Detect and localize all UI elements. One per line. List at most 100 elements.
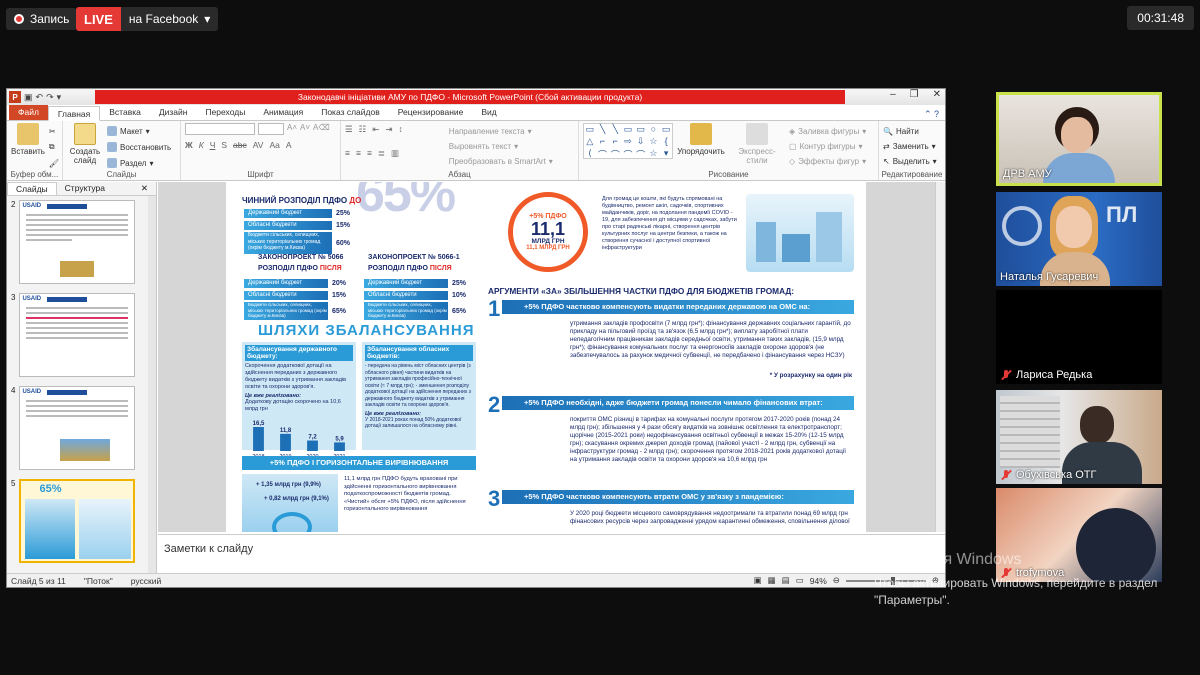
live-destination-selector[interactable]: LIVE на Facebook ▾ [76, 7, 219, 31]
reading-view-icon[interactable]: ▤ [782, 575, 790, 586]
save-icon[interactable]: ▣ [24, 92, 33, 103]
state-balance-title: Збалансування державного бюджету: [245, 345, 353, 361]
grow-font-icon[interactable]: A˄ [287, 123, 297, 135]
indent-more-icon[interactable]: ⇥ [385, 124, 392, 135]
qat-dropdown-icon[interactable]: ▾ [57, 92, 62, 103]
intro-text: Для громад це кошти, які будуть спрямова… [602, 196, 737, 251]
new-slide-label: Создать слайд [69, 147, 101, 165]
slide-thumb-5[interactable]: 5 65% [11, 479, 136, 563]
notes-field[interactable]: Заметки к слайду [158, 534, 945, 572]
replace-button[interactable]: ⇄ Заменить ▾ [883, 140, 937, 152]
copy-icon[interactable]: ⧉ [49, 141, 59, 153]
italic-icon[interactable]: К [199, 140, 204, 150]
quick-styles-label: Экспресс-стили [738, 147, 776, 165]
layout-button[interactable]: Макет ▾ [107, 125, 171, 137]
zoom-level[interactable]: 94% [810, 576, 827, 586]
tab-slides[interactable]: Слайды [7, 182, 57, 195]
underline-icon[interactable]: Ч [210, 140, 216, 150]
tab-file[interactable]: Файл [9, 105, 48, 120]
background-logo [1002, 206, 1042, 246]
format-painter-icon[interactable]: 🖌 [49, 157, 59, 169]
bars-after-1: Державний бюджет 20% Обласні бюджети 15% Б… [244, 276, 362, 322]
panel-scrollbar[interactable] [148, 196, 156, 575]
tab-transitions[interactable]: Переходы [196, 105, 254, 120]
shape-outline-button[interactable]: ▢ Контур фигуры ▾ [789, 140, 866, 152]
undo-icon[interactable]: ↶ [36, 92, 44, 103]
help-icon[interactable]: ⌃ ? [924, 109, 945, 120]
find-button[interactable]: 🔍 Найти [883, 125, 937, 137]
city-illustration [746, 194, 854, 272]
numbering-icon[interactable]: ☷ [359, 124, 367, 135]
bar-label: Обласні бюджети [364, 290, 448, 300]
line-spacing-icon[interactable]: ↕ [399, 124, 403, 134]
chart-bar [334, 442, 345, 451]
law-1-title: ЗАКОНОПРОЕКТ № 5066 [258, 254, 344, 261]
indent-less-icon[interactable]: ⇤ [372, 124, 379, 135]
participant-face [1061, 117, 1093, 153]
slide-thumb-2[interactable]: 2 USAID [11, 200, 136, 284]
slide-thumb-4[interactable]: 4 USAID [11, 386, 136, 470]
section-button[interactable]: Раздел ▾ [107, 157, 171, 169]
spacing-icon[interactable]: AV [253, 140, 264, 150]
font-family-select[interactable] [185, 123, 255, 135]
participant-tile[interactable]: Лариса Редька [996, 290, 1162, 384]
align-right-icon[interactable]: ≡ [367, 148, 372, 158]
tab-outline[interactable]: Структура [57, 182, 113, 195]
columns-icon[interactable]: ▥ [391, 148, 399, 159]
case-icon[interactable]: Aa [269, 140, 279, 150]
shape-effects-button[interactable]: ◇ Эффекты фигур ▾ [789, 155, 866, 167]
tab-home[interactable]: Главная [47, 106, 101, 121]
participant-name-text: Обухівська ОТГ [1016, 469, 1097, 481]
slideshow-view-icon[interactable]: ▭ [796, 575, 804, 586]
window-controls: – ❐ ✕ [890, 89, 941, 100]
state-done-text: Додаткову дотацію скорочено на 10,6 млрд… [245, 399, 341, 412]
close-icon[interactable]: ✕ [933, 89, 941, 100]
law-2-title: ЗАКОНОПРОЕКТ № 5066-1 [368, 254, 460, 261]
slide-thumb-3[interactable]: 3 USAID [11, 293, 136, 377]
minimize-icon[interactable]: – [890, 89, 896, 100]
shape-fill-button[interactable]: ◈ Заливка фигуры ▾ [789, 125, 866, 137]
redo-icon[interactable]: ↷ [46, 92, 54, 103]
slide-scrollbar[interactable] [935, 182, 945, 532]
shrink-font-icon[interactable]: A˅ [300, 123, 310, 135]
bold-icon[interactable]: Ж [185, 140, 193, 150]
bar-value: 10% [452, 291, 467, 299]
tab-animations[interactable]: Анимация [254, 105, 312, 120]
after-red: ПІСЛЯ [429, 265, 452, 272]
strike-icon[interactable]: abc [233, 140, 247, 150]
maximize-icon[interactable]: ❐ [910, 89, 919, 100]
sorter-view-icon[interactable]: ▦ [768, 575, 776, 586]
tab-view[interactable]: Вид [472, 105, 505, 120]
font-size-select[interactable] [258, 123, 284, 135]
pdfo-seal: +5% ПДФО 11,1 МЛРД ГРН 11,1 МЛРД ГРН [508, 192, 588, 272]
shapes-gallery[interactable]: ▭ ╲ ╲ ▭ ▭ ○ ▭ △ ⌐ ⌐ ⇨ ⇩ ☆{ ⟨ ⌒ ⌒ ⌒ ⌒ ☆ ▾ [583, 123, 673, 160]
justify-icon[interactable]: ≣ [378, 148, 385, 159]
bullets-icon[interactable]: ☰ [345, 124, 353, 135]
tab-design[interactable]: Дизайн [150, 105, 197, 120]
zoom-out-icon[interactable]: ⊖ [833, 575, 840, 586]
participant-tile[interactable]: Обухівська ОТГ [996, 390, 1162, 484]
tab-review[interactable]: Рецензирование [389, 105, 473, 120]
normal-view-icon[interactable]: ▣ [754, 575, 762, 586]
current-slide[interactable]: 65% ЧИННИЙ РОЗПОДІЛ ПДФО ДО Державний бю… [226, 182, 866, 532]
align-center-icon[interactable]: ≡ [356, 148, 361, 158]
bar-label: Державний бюджет [364, 278, 448, 288]
cut-icon[interactable]: ✂ [49, 125, 59, 137]
clear-format-icon[interactable]: A⌫ [313, 123, 330, 135]
select-button[interactable]: ↖ Выделить ▾ [883, 155, 937, 167]
tab-slideshow[interactable]: Показ слайдов [312, 105, 389, 120]
shadow-icon[interactable]: S [221, 140, 227, 150]
reset-button[interactable]: Восстановить [107, 141, 171, 153]
shape-fill-label: Заливка фигуры [798, 126, 860, 136]
record-button[interactable]: Запись [6, 8, 78, 30]
align-left-icon[interactable]: ≡ [345, 148, 350, 158]
participant-tile[interactable]: ПЛ Наталья Гусаревич [996, 192, 1162, 286]
new-slide-icon [74, 123, 96, 145]
participant-tile[interactable]: ДРВ АМУ [996, 92, 1162, 186]
font-color-icon[interactable]: A [286, 140, 292, 150]
panel-close-icon[interactable]: ✕ [133, 182, 156, 195]
tab-insert[interactable]: Вставка [100, 105, 150, 120]
thumb-image [60, 261, 95, 277]
law-2-after: РОЗПОДІЛ ПДФО ПІСЛЯ [368, 265, 452, 272]
text-direction-button[interactable]: Направление текста ▾ [449, 125, 553, 137]
